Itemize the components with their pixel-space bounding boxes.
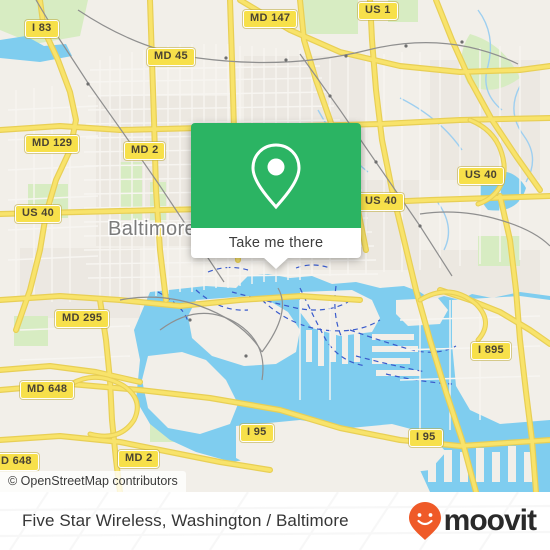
road-shield: US 40	[458, 167, 505, 185]
popup-tail	[263, 257, 289, 269]
city-label-baltimore: Baltimore	[108, 218, 197, 240]
road-shield: I 895	[471, 342, 511, 360]
moovit-brand[interactable]: moovit	[408, 501, 537, 541]
road-shield: US 1	[358, 2, 398, 20]
road-shield: D 648	[0, 453, 39, 471]
map-canvas[interactable]: .w { fill:#7fcdef; } .ga { fill:#d7ecc2;…	[0, 0, 550, 492]
road-shield: I 95	[240, 424, 274, 442]
road-shield: US 40	[358, 193, 405, 211]
location-pin-icon	[251, 142, 301, 209]
location-popup-card[interactable]: Take me there	[191, 123, 361, 269]
road-shield: MD 45	[147, 48, 195, 66]
road-shield: MD 295	[55, 310, 110, 328]
moovit-wordmark: moovit	[443, 504, 537, 537]
osm-attribution[interactable]: © OpenStreetMap contributors	[0, 471, 186, 492]
take-me-there-label: Take me there	[228, 235, 324, 251]
road-shield: MD 129	[25, 135, 80, 153]
road-shield: MD 2	[124, 142, 166, 160]
popup-image-area	[191, 123, 361, 228]
take-me-there-button[interactable]: Take me there	[191, 228, 361, 269]
road-shield: I 95	[409, 429, 443, 447]
road-shield: MD 648	[20, 381, 75, 399]
bottom-info-bar: Five Star Wireless, Washington / Baltimo…	[0, 492, 550, 550]
road-shield: MD 2	[118, 450, 160, 468]
road-shield: I 83	[25, 20, 59, 38]
moovit-smiley-pin-icon	[408, 502, 441, 540]
place-name-label: Five Star Wireless, Washington / Baltimo…	[22, 511, 349, 530]
road-shield: US 40	[15, 205, 62, 223]
road-shield: MD 147	[243, 10, 298, 28]
